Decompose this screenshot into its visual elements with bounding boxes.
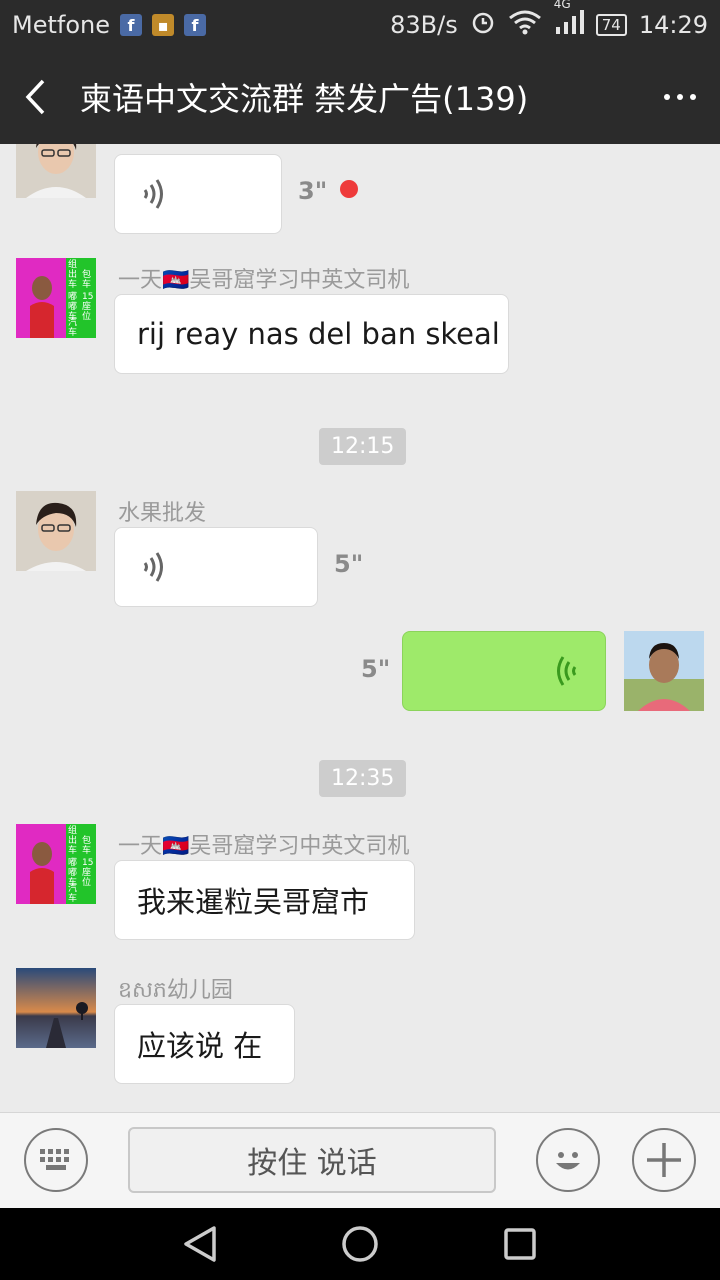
avatar-badge-text: 包车	[82, 270, 92, 290]
chat-messages[interactable]: 3" 组出车 嘟嘟车 包车 15座位 汽车 一天🇰🇭吴哥窟学习中英文司机 rij…	[0, 144, 720, 1112]
hold-to-talk-button[interactable]: 按住 说话	[128, 1127, 496, 1193]
back-arrow-icon	[25, 79, 45, 115]
own-avatar[interactable]	[624, 631, 704, 711]
status-bar: Metfone f ▪ f 83B/s 4G 74 14:29	[0, 0, 720, 50]
voice-icon	[143, 552, 163, 582]
chat-title: 柬语中文交流群 禁发广告(139)	[80, 80, 529, 118]
text-message[interactable]: rij reay nas del ban skeal	[114, 294, 509, 374]
sender-name: 一天🇰🇭吴哥窟学习中英文司机	[118, 834, 410, 859]
avatar[interactable]: 组出车 嘟嘟车 包车 15座位 汽车	[16, 258, 96, 338]
emoji-button[interactable]	[536, 1128, 600, 1192]
chat-header: 柬语中文交流群 禁发广告(139)	[0, 50, 720, 144]
nav-back-button[interactable]	[160, 1208, 240, 1280]
network-speed: 83B/s	[390, 11, 458, 39]
alarm-icon	[470, 9, 496, 41]
avatar-badge-text: 15座位	[82, 292, 94, 322]
avatar-badge-text: 包车	[82, 836, 92, 856]
keyboard-icon	[40, 1149, 69, 1170]
unread-dot	[340, 180, 358, 198]
circle-home-icon	[342, 1226, 378, 1262]
more-dot	[690, 94, 696, 100]
avatar[interactable]	[16, 144, 96, 198]
sender-name: 一天🇰🇭吴哥窟学习中英文司机	[118, 268, 410, 293]
timestamp-label: 12:15	[319, 428, 407, 465]
more-options-button[interactable]	[664, 50, 696, 144]
voice-message[interactable]	[114, 527, 318, 607]
more-dot	[664, 94, 670, 100]
avatar[interactable]	[16, 491, 96, 571]
battery-indicator: 74	[595, 14, 627, 36]
voice-duration: 5"	[361, 655, 391, 683]
square-recents-icon	[504, 1228, 536, 1260]
avatar-badge-text: 汽车	[68, 318, 78, 338]
plus-icon	[647, 1143, 681, 1177]
avatar[interactable]	[16, 968, 96, 1048]
signal-icon: 4G	[554, 0, 584, 41]
triangle-back-icon	[184, 1226, 216, 1262]
more-dot	[677, 94, 683, 100]
input-bar: 按住 说话	[0, 1112, 720, 1208]
voice-icon	[557, 656, 577, 686]
nav-recents-button[interactable]	[480, 1208, 560, 1280]
facebook-icon: f	[120, 14, 142, 36]
keyboard-toggle-button[interactable]	[24, 1128, 88, 1192]
carrier-label: Metfone	[12, 11, 110, 39]
lock-icon: ▪	[152, 14, 174, 36]
wifi-icon	[508, 9, 542, 41]
sender-name: 水果批发	[118, 501, 207, 526]
back-button[interactable]	[0, 50, 70, 144]
avatar-badge-text: 组出车	[68, 826, 78, 856]
avatar-badge-text: 汽车	[68, 884, 78, 904]
text-message[interactable]: 应该说 在	[114, 1004, 295, 1084]
voice-duration: 3"	[298, 177, 328, 205]
clock: 14:29	[638, 11, 708, 39]
avatar[interactable]: 组出车 嘟嘟车 包车 15座位 汽车	[16, 824, 96, 904]
more-functions-button[interactable]	[632, 1128, 696, 1192]
smiley-icon	[556, 1152, 580, 1170]
sent-voice-message[interactable]	[402, 631, 606, 711]
timestamp-label: 12:35	[319, 760, 407, 797]
facebook-icon: f	[184, 14, 206, 36]
avatar-badge-text: 组出车	[68, 260, 78, 290]
nav-home-button[interactable]	[320, 1208, 400, 1280]
sender-name: ឧសភ幼儿园	[118, 978, 233, 1003]
voice-icon	[143, 179, 163, 209]
text-message[interactable]: 我来暹粒吴哥窟市	[114, 860, 415, 940]
avatar-badge-text: 15座位	[82, 858, 94, 888]
navigation-bar	[0, 1208, 720, 1280]
voice-message[interactable]	[114, 154, 282, 234]
voice-duration: 5"	[334, 550, 364, 578]
